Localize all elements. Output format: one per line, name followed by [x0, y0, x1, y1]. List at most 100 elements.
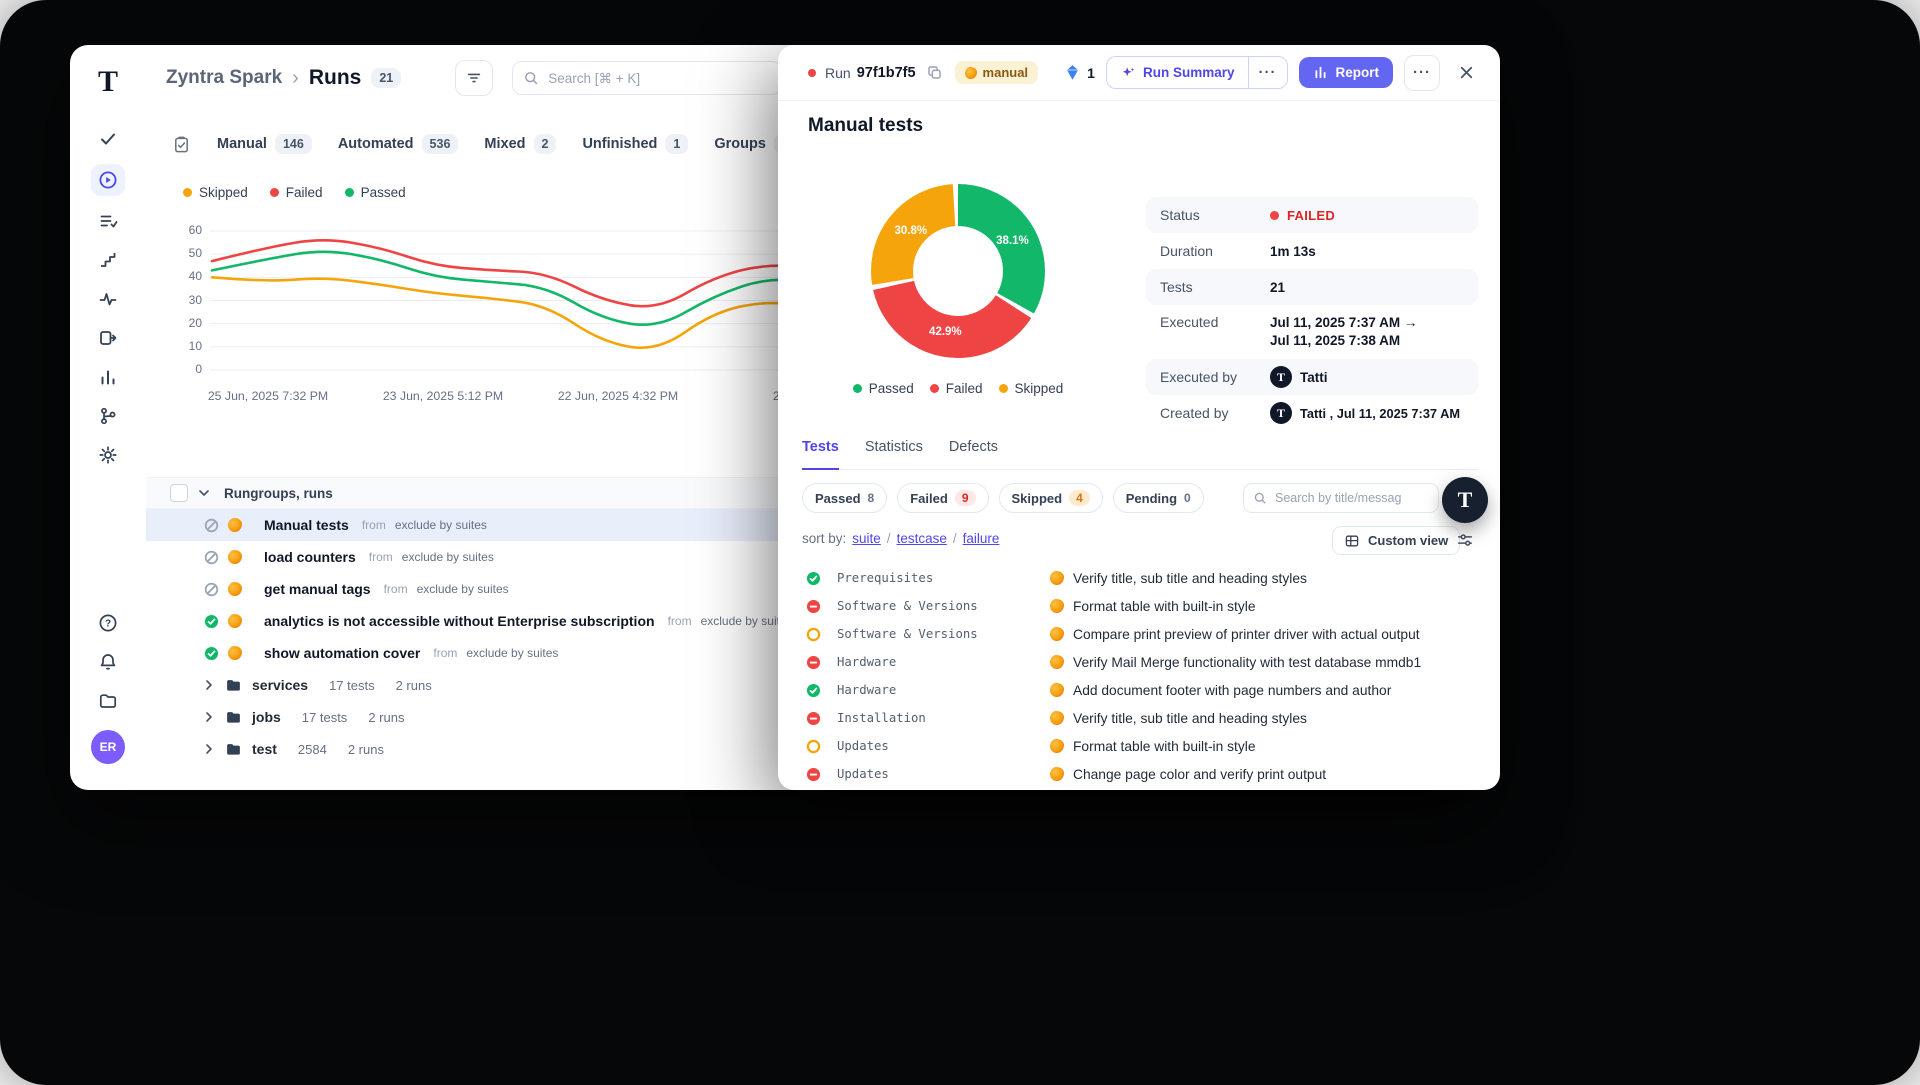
x-tick-label: 23 Jun, 2025 5:12 PM [383, 389, 503, 403]
app-logo[interactable]: T [98, 67, 118, 97]
test-suite-name[interactable]: Updates [837, 767, 889, 781]
sort-link-testcase[interactable]: testcase [897, 531, 947, 546]
tab[interactable]: Automated536 [338, 134, 459, 154]
tab-count-badge: 1 [665, 134, 688, 154]
tab-label: Manual [217, 136, 267, 152]
run-row-source[interactable]: exclude by suites [402, 550, 494, 564]
donut-legend: PassedFailedSkipped [823, 381, 1093, 396]
test-title[interactable]: Verify title, sub title and heading styl… [1073, 711, 1307, 726]
runs-icon[interactable] [91, 164, 125, 196]
sort-link-suite[interactable]: suite [852, 531, 881, 546]
view-settings-icon[interactable] [1456, 531, 1474, 549]
status-filter-chip[interactable]: Skipped4 [999, 483, 1103, 513]
run-row-source[interactable]: exclude by suites [417, 582, 509, 596]
test-row[interactable]: Software & Versions Format table with bu… [778, 592, 1500, 620]
steps-icon[interactable] [91, 246, 125, 274]
test-row[interactable]: Updates Format table with built-in style [778, 732, 1500, 760]
test-title[interactable]: Compare print preview of printer driver … [1073, 627, 1420, 642]
chip-count: 8 [868, 491, 875, 505]
test-suite-name[interactable]: Software & Versions [837, 627, 978, 641]
breadcrumb-project[interactable]: Zyntra Spark [166, 67, 282, 89]
test-row[interactable]: Software & Versions Compare print previe… [778, 620, 1500, 648]
drawer-tab[interactable]: Tests [802, 439, 839, 470]
activity-icon[interactable] [91, 285, 125, 313]
runs-list-icon[interactable] [172, 135, 191, 154]
run-summary-button[interactable]: Run Summary [1107, 57, 1248, 88]
settings-icon[interactable] [91, 441, 125, 469]
tab[interactable]: Unfinished1 [582, 134, 688, 154]
tasks-icon[interactable] [91, 207, 125, 235]
test-suite-name[interactable]: Hardware [837, 655, 896, 669]
report-button[interactable]: Report [1299, 57, 1394, 88]
linked-issue-count[interactable]: 1 [1064, 64, 1095, 81]
copy-icon[interactable] [926, 64, 943, 81]
sort-link-failure[interactable]: failure [963, 531, 1000, 546]
test-title[interactable]: Add document footer with page numbers an… [1073, 683, 1391, 698]
legend-item: Passed [853, 381, 914, 396]
branch-icon[interactable] [91, 402, 125, 430]
series-skipped [212, 277, 825, 347]
test-suite-name[interactable]: Hardware [837, 683, 896, 697]
test-row[interactable]: Updates Change page color and verify pri… [778, 760, 1500, 788]
user-avatar[interactable]: ER [91, 730, 125, 764]
test-row[interactable]: Hardware Verify Mail Merge functionality… [778, 648, 1500, 676]
y-tick-label: 50 [170, 246, 202, 260]
test-emoji-icon [1050, 767, 1064, 781]
assistant-button[interactable]: T [1442, 477, 1488, 523]
folder-icon [225, 677, 242, 694]
tab[interactable]: Mixed2 [484, 134, 556, 154]
filter-button[interactable] [455, 60, 493, 96]
test-title[interactable]: Format table with built-in style [1073, 599, 1256, 614]
custom-view-button[interactable]: Custom view [1332, 526, 1460, 555]
test-suite-name[interactable]: Installation [837, 711, 926, 725]
run-type-badge[interactable]: manual [955, 61, 1039, 84]
run-summary-more-button[interactable]: ··· [1248, 57, 1287, 88]
chevron-right-icon[interactable] [201, 741, 217, 757]
test-row[interactable]: Prerequisites Verify title, sub title an… [778, 564, 1500, 592]
y-tick-label: 20 [170, 316, 202, 330]
test-emoji-icon [228, 614, 242, 628]
test-suite-name[interactable]: Software & Versions [837, 599, 978, 613]
chevron-right-icon[interactable] [201, 677, 217, 693]
test-row[interactable]: Installation Verify title, sub title and… [778, 704, 1500, 732]
legend-item: Passed [345, 185, 406, 200]
more-actions-button[interactable]: ··· [1404, 55, 1440, 91]
chevron-right-icon[interactable] [201, 709, 217, 725]
status-filter-chip[interactable]: Failed9 [897, 483, 988, 513]
test-suite-name[interactable]: Updates [837, 739, 889, 753]
status-filter-chip[interactable]: Passed8 [802, 483, 887, 513]
status-filter-chips: Passed8 Failed9 Skipped4 Pending0 [802, 483, 1204, 513]
notifications-icon[interactable] [91, 648, 125, 676]
run-row-source[interactable]: exclude by suites [395, 518, 487, 532]
check-icon[interactable] [91, 125, 125, 153]
projects-icon[interactable] [91, 687, 125, 715]
test-emoji-icon [228, 518, 242, 532]
test-title[interactable]: Change page color and verify print outpu… [1073, 767, 1326, 782]
select-all-checkbox[interactable] [170, 484, 188, 502]
export-icon[interactable] [91, 324, 125, 352]
test-suite-name[interactable]: Prerequisites [837, 571, 933, 585]
analytics-icon[interactable] [91, 363, 125, 391]
test-title[interactable]: Verify Mail Merge functionality with tes… [1073, 655, 1421, 670]
donut-pct-label: 30.8% [894, 225, 927, 237]
tests-list: Prerequisites Verify title, sub title an… [778, 564, 1500, 788]
drawer-tab[interactable]: Defects [949, 439, 998, 469]
help-icon[interactable]: ? [91, 609, 125, 637]
test-row[interactable]: Hardware Add document footer with page n… [778, 676, 1500, 704]
test-title[interactable]: Format table with built-in style [1073, 739, 1256, 754]
test-search-input[interactable] [1273, 490, 1429, 506]
legend-label: Failed [946, 381, 983, 396]
drawer-tab[interactable]: Statistics [865, 439, 923, 469]
test-status-icon [806, 571, 821, 586]
test-title[interactable]: Verify title, sub title and heading styl… [1073, 571, 1307, 586]
run-status-icon [204, 614, 219, 629]
test-emoji-icon [228, 646, 242, 660]
status-filter-chip[interactable]: Pending0 [1113, 483, 1204, 513]
legend-dot [345, 188, 354, 197]
tab[interactable]: Manual146 [217, 134, 312, 154]
search-input[interactable] [546, 70, 771, 87]
search-icon [1253, 491, 1267, 505]
close-icon[interactable] [1457, 63, 1476, 82]
chevron-down-icon[interactable] [196, 485, 212, 501]
run-row-source[interactable]: exclude by suites [466, 646, 558, 660]
